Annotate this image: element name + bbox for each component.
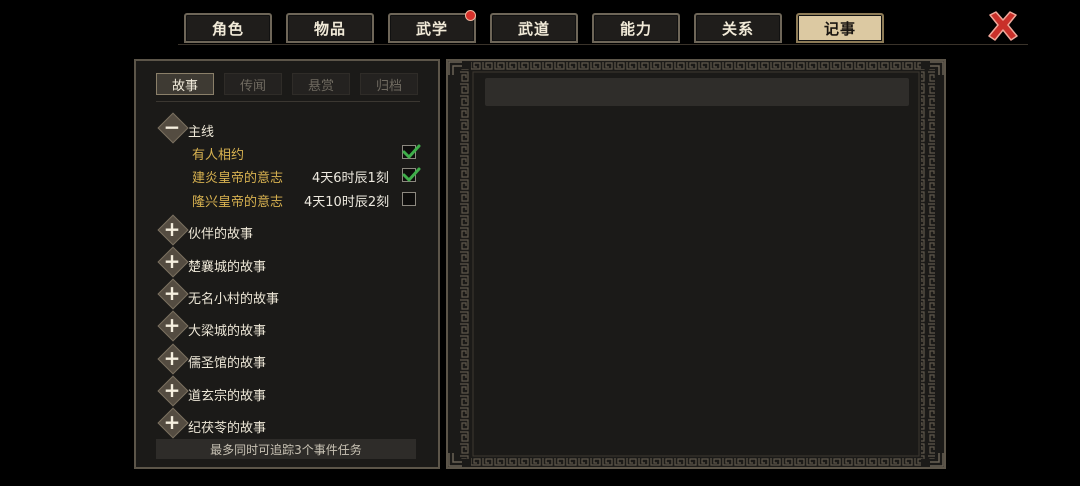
subtab-label: 归档	[375, 78, 402, 94]
subtab-label: 传闻	[239, 78, 266, 94]
category-label: 楚襄城的故事	[188, 260, 267, 275]
track-checkbox[interactable]	[402, 192, 416, 206]
subtab-archive[interactable]: 归档	[360, 73, 418, 95]
category-label: 主线	[188, 125, 215, 140]
tab-martial-way[interactable]: 武道	[490, 13, 578, 43]
plus-icon[interactable]: +	[160, 313, 184, 337]
quest-time: 4天10时辰2刻	[304, 195, 390, 210]
plus-icon[interactable]: +	[160, 410, 184, 434]
close-button[interactable]	[985, 8, 1021, 44]
track-checkbox[interactable]	[402, 167, 421, 182]
tab-label: 关系	[721, 19, 754, 38]
category-label: 伙伴的故事	[188, 227, 254, 242]
track-checkbox[interactable]	[402, 144, 421, 159]
quest-title[interactable]: 隆兴皇帝的意志	[192, 191, 283, 210]
subtab-divider	[156, 101, 420, 102]
category-label: 无名小村的故事	[188, 292, 280, 307]
detail-title-bar	[485, 78, 909, 106]
subtab-label: 故事	[171, 78, 198, 94]
plus-icon[interactable]: +	[160, 249, 184, 273]
subtab-bounties[interactable]: 悬赏	[292, 73, 350, 95]
plus-icon[interactable]: +	[160, 281, 184, 305]
subtab-stories[interactable]: 故事	[156, 73, 214, 95]
tab-label: 武学	[415, 19, 448, 38]
category-label: 大梁城的故事	[188, 324, 267, 339]
category-label: 儒圣馆的故事	[188, 356, 267, 371]
notification-badge	[465, 10, 476, 21]
category-label: 纪茯苓的故事	[188, 421, 267, 436]
main-tab-bar: 角色 物品 武学 武道 能力 关系 记事	[0, 0, 1080, 48]
plus-icon[interactable]: +	[160, 217, 184, 241]
journal-detail-panel	[446, 59, 946, 469]
tab-label: 记事	[823, 19, 856, 38]
tab-label: 能力	[619, 19, 652, 38]
quest-title[interactable]: 有人相约	[192, 144, 244, 163]
subtab-rumors[interactable]: 传闻	[224, 73, 282, 95]
plus-icon[interactable]: +	[160, 346, 184, 370]
tab-relations[interactable]: 关系	[694, 13, 782, 43]
tab-bar-divider	[178, 44, 1028, 45]
minus-icon[interactable]: −	[160, 115, 184, 139]
tab-abilities[interactable]: 能力	[592, 13, 680, 43]
checkmark-icon	[402, 167, 421, 182]
tab-label: 武道	[517, 19, 550, 38]
tab-journal[interactable]: 记事	[796, 13, 884, 43]
ornate-border-frame	[446, 59, 946, 469]
quest-title[interactable]: 建炎皇帝的意志	[192, 167, 283, 186]
tracking-limit-note: 最多同时可追踪3个事件任务	[156, 439, 416, 459]
tab-martial-arts[interactable]: 武学	[388, 10, 476, 43]
quest-time: 4天6时辰1刻	[312, 171, 389, 186]
tab-label: 物品	[313, 19, 346, 38]
journal-list-panel: 故事 传闻 悬赏 归档 − 主线 有人相约 建炎皇帝的意志 4天6时辰1刻 隆兴…	[134, 59, 440, 469]
footer-text: 最多同时可追踪3个事件任务	[210, 442, 362, 457]
subtab-label: 悬赏	[307, 78, 334, 94]
journal-subtabs: 故事 传闻 悬赏 归档	[156, 73, 420, 97]
checkmark-icon	[402, 144, 421, 159]
close-icon	[988, 11, 1018, 41]
category-label: 道玄宗的故事	[188, 389, 267, 404]
tab-label: 角色	[211, 19, 244, 38]
tab-items[interactable]: 物品	[286, 13, 374, 43]
tab-character[interactable]: 角色	[184, 13, 272, 43]
plus-icon[interactable]: +	[160, 378, 184, 402]
